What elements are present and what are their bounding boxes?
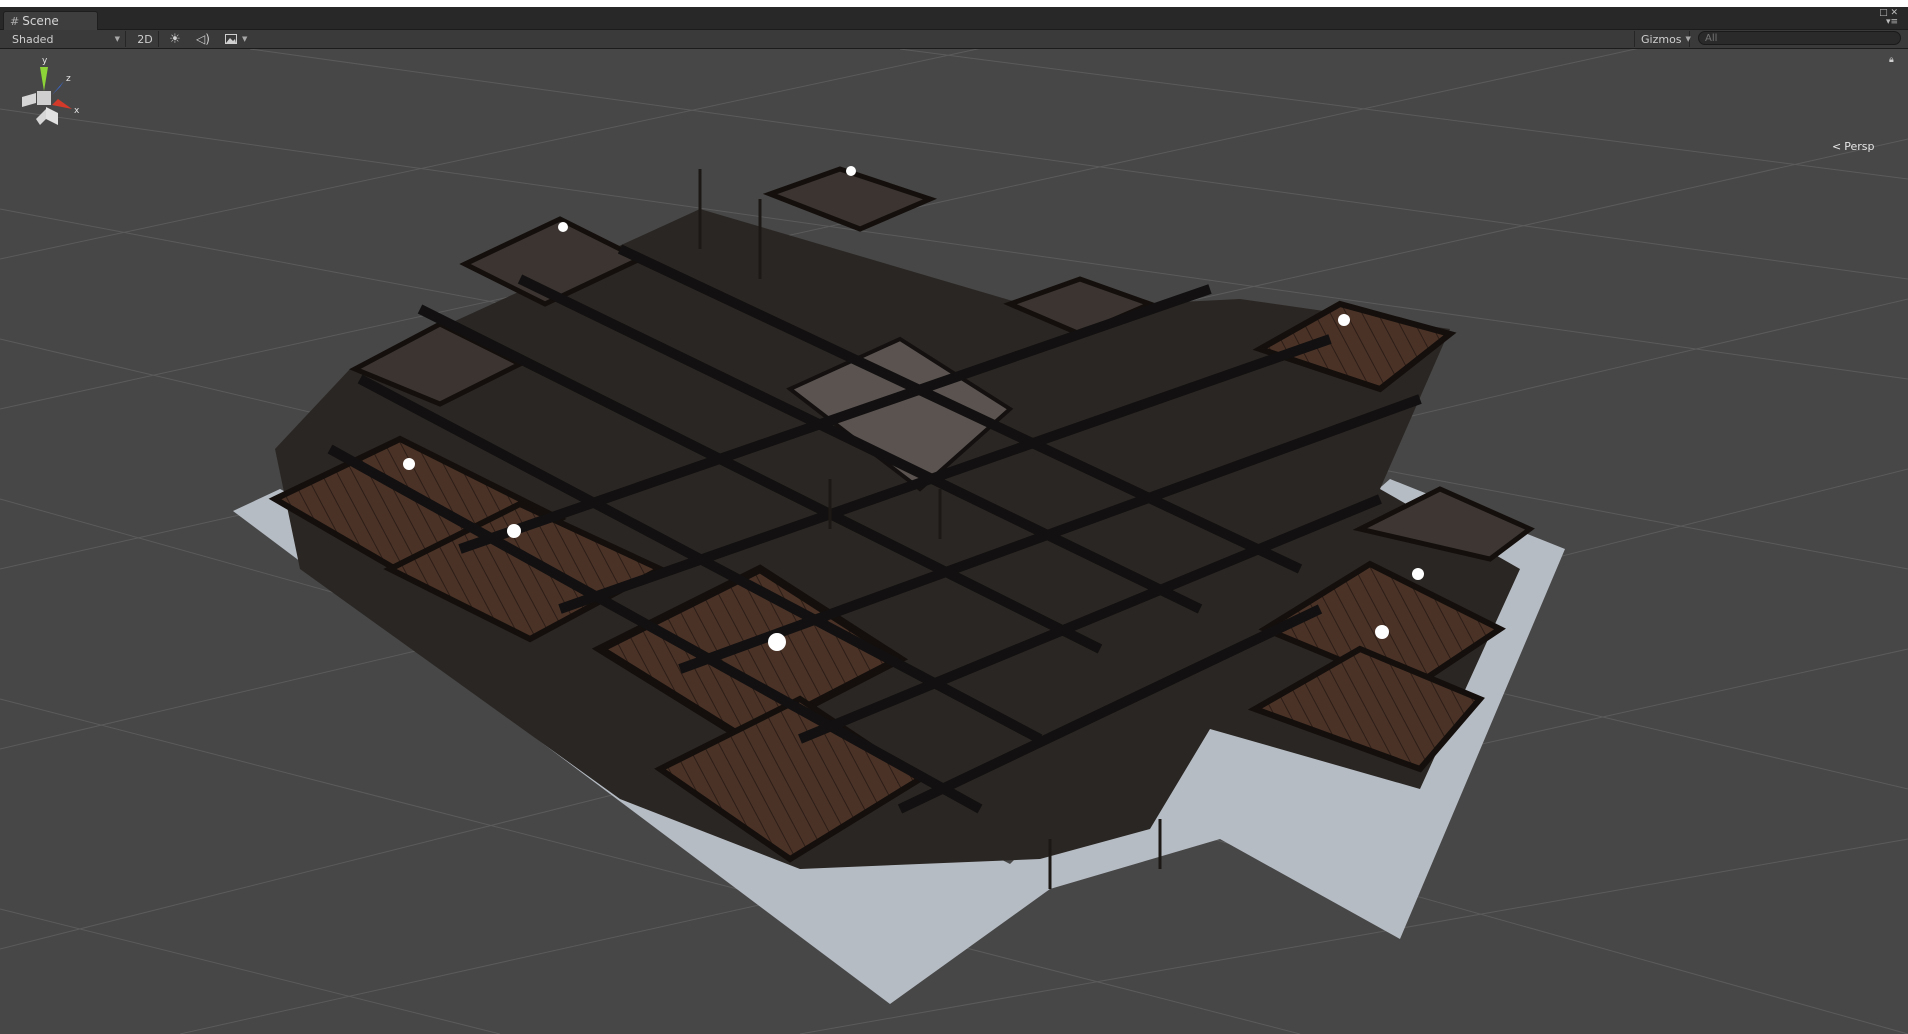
shading-mode-dropdown[interactable]: Shaded ▼ <box>4 31 126 47</box>
dropdown-arrow-icon: ▼ <box>1685 35 1691 43</box>
axis-x-label: x <box>74 106 80 116</box>
tab-scene-label: Scene <box>22 14 59 28</box>
center-cube[interactable] <box>37 91 51 105</box>
scene-grid-icon: # <box>10 14 20 28</box>
image-icon <box>225 34 237 44</box>
shading-mode-label: Shaded <box>12 32 54 46</box>
projection-toggle[interactable]: < Persp <box>1832 139 1902 153</box>
sun-icon: ☀ <box>169 31 181 47</box>
scene-toolbar: Shaded ▼ 2D ☀ ◁) ▼ Gizmos ▼ <box>0 30 1908 49</box>
scene-render <box>0 49 1908 1034</box>
unity-scene-window: # Scene □ ✕ ▾≡ Shaded ▼ 2D ☀ ◁) ▼ Gizmos <box>0 0 1908 1034</box>
effects-dropdown-arrow-icon[interactable]: ▼ <box>242 31 252 47</box>
axis-y-cone[interactable] <box>40 67 48 91</box>
effects-toggle-button[interactable] <box>221 31 241 47</box>
orientation-gizmo[interactable]: y z x <box>0 49 90 159</box>
axis-z-cone[interactable] <box>52 81 64 95</box>
audio-toggle-button[interactable]: ◁) <box>193 31 213 47</box>
window-top-edge <box>0 0 1908 7</box>
axis-x-cone[interactable] <box>52 99 72 109</box>
axis-y-label: y <box>42 56 48 66</box>
projection-icon: < <box>1832 139 1842 153</box>
dropdown-arrow-icon: ▼ <box>114 35 120 43</box>
tab-bar: # Scene □ ✕ ▾≡ <box>0 7 1908 30</box>
gizmos-label: Gizmos <box>1641 32 1682 46</box>
lighting-toggle-button[interactable]: ☀ <box>165 31 185 47</box>
projection-label: Persp <box>1844 139 1875 153</box>
window-controls[interactable]: □ ✕ ▾≡ <box>1874 9 1898 27</box>
speaker-icon: ◁) <box>196 32 210 46</box>
hierarchy-search-input[interactable] <box>1698 31 1901 45</box>
tab-scene[interactable]: # Scene <box>3 11 98 30</box>
panel-menu-icon[interactable]: ▾≡ <box>1874 18 1898 27</box>
scene-viewport[interactable]: y z x 🔒︎ < Persp <box>0 49 1908 1034</box>
axis-z-label: z <box>66 74 71 84</box>
gizmos-dropdown[interactable]: Gizmos ▼ <box>1634 31 1691 47</box>
2d-toggle-button[interactable]: 2D <box>132 31 159 47</box>
lock-icon[interactable]: 🔒︎ <box>1889 55 1899 65</box>
